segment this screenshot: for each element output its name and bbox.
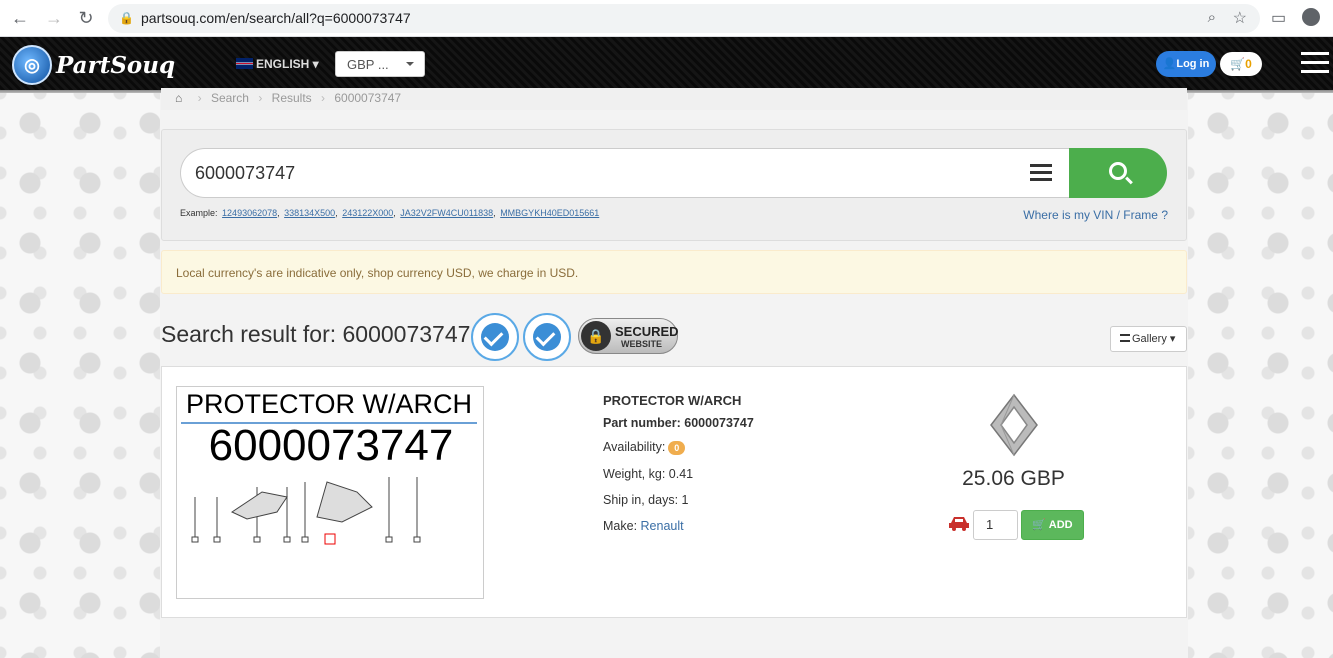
site-header: ◎ PartSouq ENGLISH ▾ <box>0 37 1333 93</box>
background-pattern-right <box>1188 93 1333 658</box>
product-image[interactable]: PROTECTOR W/ARCH 6000073747 <box>176 386 484 599</box>
uk-flag-icon <box>236 58 253 69</box>
login-button[interactable]: 👤Log in <box>1156 51 1216 77</box>
add-to-cart-button[interactable]: 🛒 ADD <box>1021 510 1084 540</box>
currency-select[interactable]: GBP ... <box>335 51 425 77</box>
availability-badge: 0 <box>668 441 686 455</box>
reload-icon[interactable]: ↻ <box>76 8 96 28</box>
breadcrumb-search[interactable]: Search <box>211 91 249 105</box>
part-diagram <box>191 477 421 545</box>
padlock-icon: 🔒 <box>581 321 611 351</box>
make-label: Make: <box>603 519 638 533</box>
cart-icon: 🛒 <box>1032 519 1047 531</box>
back-icon[interactable]: ← <box>10 8 30 28</box>
example-link-1[interactable]: 12493062078 <box>222 208 277 218</box>
currency-alert: Local currency's are indicative only, sh… <box>161 250 1187 294</box>
logo-emblem-icon: ◎ <box>12 45 52 85</box>
background-pattern-left <box>0 93 160 658</box>
chevron-down-icon <box>406 62 414 66</box>
availability-row: Availability: 0 <box>603 440 754 455</box>
product-price: 25.06 GBP <box>962 467 1065 490</box>
secured-line2: WEBSITE <box>621 339 663 349</box>
breadcrumb-current: 6000073747 <box>334 91 402 105</box>
list-menu-icon[interactable] <box>1030 164 1052 182</box>
car-icon[interactable] <box>948 515 970 531</box>
url-text: partsouq.com/en/search/all?q=6000073747 <box>141 10 411 26</box>
menu-icon[interactable] <box>1301 52 1329 74</box>
search-input[interactable]: 6000073747 <box>180 148 1071 198</box>
result-card: PROTECTOR W/ARCH 6000073747 PROTECTOR W/… <box>161 366 1187 618</box>
profile-icon[interactable] <box>1302 8 1320 26</box>
cart-icon: 🛒 <box>1230 57 1246 71</box>
product-name[interactable]: PROTECTOR W/ARCH <box>603 393 754 408</box>
breadcrumb: ⌂ › Search › Results › 6000073747 <box>161 88 1187 110</box>
weight: Weight, kg: 0.41 <box>603 467 694 481</box>
example-link-4[interactable]: JA32V2FW4CU011838 <box>400 208 493 218</box>
cart-count: 0 <box>1245 57 1252 71</box>
low-price-badge-icon <box>471 313 519 361</box>
example-label: Example: <box>180 208 218 218</box>
part-number: Part number: 6000073747 <box>603 416 754 430</box>
browser-toolbar: ← → ↻ 🔒 partsouq.com/en/search/all?q=600… <box>0 0 1333 37</box>
user-icon: 👤 <box>1162 58 1177 70</box>
search-button[interactable] <box>1069 148 1167 198</box>
example-link-2[interactable]: 338134X500 <box>284 208 335 218</box>
vin-help-link[interactable]: Where is my VIN / Frame ? <box>1023 208 1168 222</box>
grid-icon <box>1120 334 1130 342</box>
genuine-parts-badge-icon <box>523 313 571 361</box>
example-link-3[interactable]: 243122X000 <box>342 208 393 218</box>
address-bar[interactable]: 🔒 partsouq.com/en/search/all?q=600007374… <box>108 4 1260 33</box>
ship-days: Ship in, days: 1 <box>603 493 689 507</box>
language-selector[interactable]: ENGLISH ▾ <box>236 57 319 71</box>
product-info: PROTECTOR W/ARCH Part number: 6000073747… <box>603 393 754 545</box>
secured-website-badge: 🔒 SECURED WEBSITE <box>578 318 679 354</box>
view-mode-dropdown[interactable]: Gallery ▾ <box>1110 326 1187 352</box>
partsouq-logo[interactable]: ◎ PartSouq <box>12 43 175 87</box>
availability-label: Availability: <box>603 440 666 454</box>
logo-text: PartSouq <box>56 51 176 79</box>
forward-icon[interactable]: → <box>44 8 64 28</box>
quantity-input[interactable]: 1 <box>973 510 1018 540</box>
page-title: Search result for: 6000073747 <box>161 321 471 347</box>
secured-line1: SECURED <box>615 324 679 339</box>
home-icon[interactable]: ⌂ <box>175 91 182 105</box>
breadcrumb-results[interactable]: Results <box>272 91 312 105</box>
cast-icon[interactable]: ▭ <box>1271 8 1286 28</box>
cart-button[interactable]: 🛒0 <box>1220 52 1262 76</box>
make-row: Make: Renault <box>603 519 754 533</box>
currency-value: GBP ... <box>347 57 389 72</box>
make-link[interactable]: Renault <box>641 519 684 533</box>
example-link-5[interactable]: MMBGYKH40ED015661 <box>500 208 599 218</box>
view-mode-label: Gallery <box>1132 333 1167 345</box>
zoom-icon[interactable]: ⌕ <box>1208 9 1216 26</box>
renault-logo-icon <box>990 393 1038 457</box>
add-label: ADD <box>1048 519 1073 531</box>
bookmark-star-icon[interactable]: ☆ <box>1233 8 1247 28</box>
search-icon <box>1109 162 1127 180</box>
search-panel: 6000073747 Example: 12493062078, 338134X… <box>161 129 1187 241</box>
login-label: Log in <box>1176 58 1210 70</box>
search-examples: Example: 12493062078, 338134X500, 243122… <box>180 208 600 218</box>
lock-icon: 🔒 <box>119 11 134 25</box>
language-label: ENGLISH <box>256 57 310 71</box>
